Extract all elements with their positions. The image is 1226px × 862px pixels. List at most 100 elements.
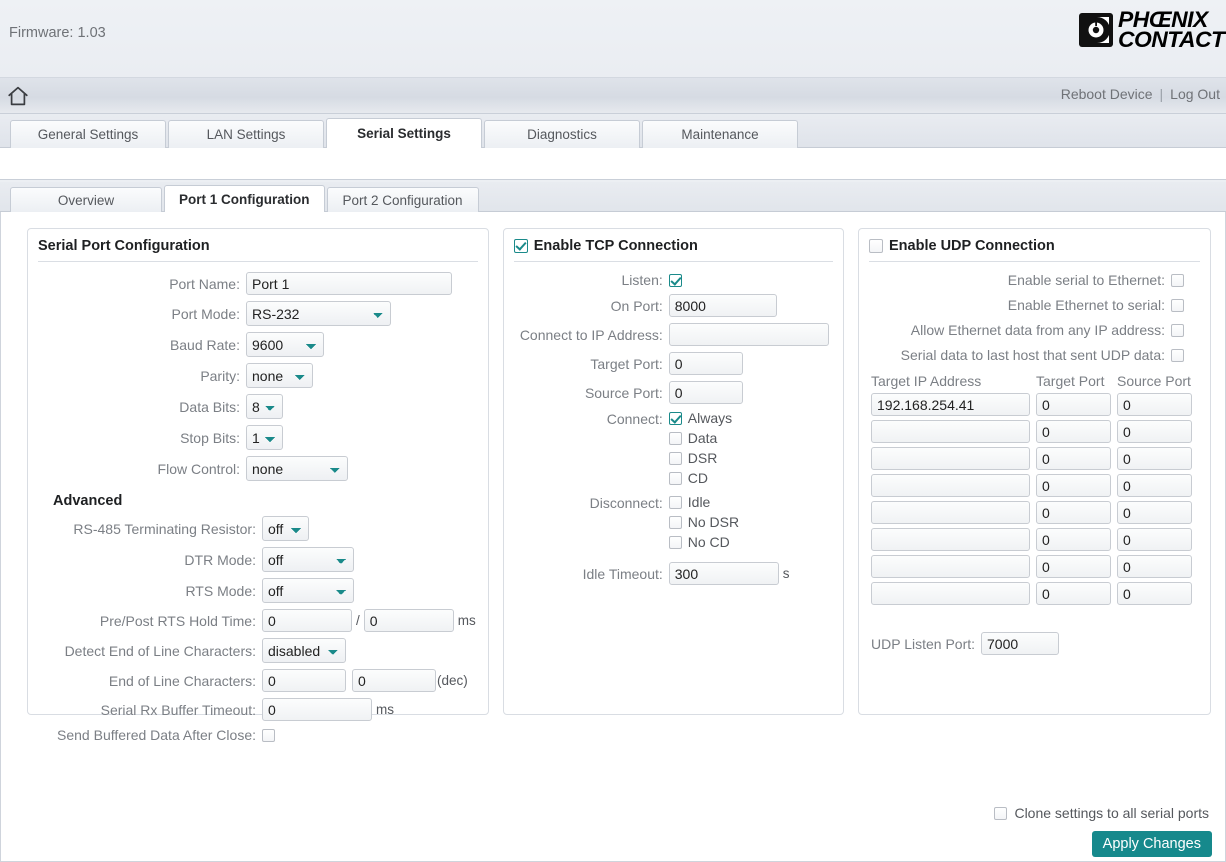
udp-source-port-input[interactable]: [1117, 528, 1192, 551]
tcp-panel-title-text: Enable TCP Connection: [533, 238, 698, 254]
apply-changes-button[interactable]: Apply Changes: [1091, 831, 1212, 857]
log-out-link[interactable]: Log Out: [1170, 86, 1220, 102]
udp-ethernet-to-serial-checkbox[interactable]: [1171, 298, 1184, 312]
tcp-connect-options: Always Data DSR CD: [668, 410, 732, 490]
udp-target-ip-input[interactable]: [871, 501, 1030, 524]
dtr-mode-select[interactable]: off: [262, 547, 354, 572]
tcp-target-port-input[interactable]: [668, 352, 743, 375]
udp-allow-any-ip-checkbox[interactable]: [1171, 323, 1184, 337]
eol-char-1-input[interactable]: [262, 669, 346, 692]
udp-target-ip-input[interactable]: [871, 582, 1030, 605]
tcp-connect-option-dsr[interactable]: DSR: [668, 450, 732, 466]
udp-source-port-input[interactable]: [1117, 474, 1192, 497]
tcp-disconnect-option-no-dsr[interactable]: No DSR: [668, 514, 739, 530]
clone-settings-row[interactable]: Clone settings to all serial ports: [994, 805, 1209, 821]
udp-listen-port-input[interactable]: [981, 632, 1060, 655]
reboot-device-link[interactable]: Reboot Device: [1061, 86, 1153, 102]
tab-diagnostics[interactable]: Diagnostics: [484, 120, 640, 148]
rts-mode-row: RTS Mode: off: [40, 578, 476, 603]
udp-last-host-row: Serial data to last host that sent UDP d…: [871, 347, 1198, 363]
rts-mode-select[interactable]: off: [262, 578, 354, 603]
udp-target-ip-input[interactable]: [871, 447, 1030, 470]
tcp-on-port-input[interactable]: [668, 294, 777, 317]
stop-bits-select[interactable]: 1: [246, 425, 283, 450]
tcp-idle-timeout-input[interactable]: [668, 562, 779, 585]
udp-table-row: [871, 447, 1198, 470]
udp-target-ip-input[interactable]: [871, 555, 1030, 578]
home-icon[interactable]: [6, 84, 30, 108]
udp-target-port-input[interactable]: [1036, 420, 1111, 443]
tab-maintenance[interactable]: Maintenance: [642, 120, 798, 148]
udp-last-host-checkbox[interactable]: [1171, 348, 1184, 362]
serial-rx-buffer-timeout-unit: ms: [376, 702, 394, 717]
tcp-source-port-row: Source Port:: [516, 381, 831, 404]
udp-serial-to-ethernet-row: Enable serial to Ethernet:: [871, 272, 1198, 288]
tcp-disconnect-option-no-cd[interactable]: No CD: [668, 534, 739, 550]
udp-source-port-input[interactable]: [1117, 393, 1192, 416]
tcp-listen-row: Listen:: [516, 272, 831, 288]
parity-select[interactable]: none: [246, 363, 313, 388]
port-mode-select[interactable]: RS-232: [246, 301, 391, 326]
tcp-connect-cd-checkbox[interactable]: [668, 471, 682, 485]
udp-target-ip-input[interactable]: [871, 420, 1030, 443]
eol-char-2-input[interactable]: [352, 669, 436, 692]
tab-serial-settings[interactable]: Serial Settings: [326, 118, 482, 149]
data-bits-select[interactable]: 8: [246, 394, 283, 419]
tcp-disconnect-idle-checkbox[interactable]: [668, 495, 682, 509]
udp-target-port-input[interactable]: [1036, 528, 1111, 551]
udp-target-ip-input[interactable]: [871, 474, 1030, 497]
rts-hold-pre-input[interactable]: [262, 609, 352, 632]
tcp-disconnect-option-idle[interactable]: Idle: [668, 494, 739, 510]
serial-panel-body: Port Name: Port Mode: RS-232 Baud Rate: …: [28, 272, 488, 761]
send-buffered-data-checkbox[interactable]: [262, 728, 275, 742]
tab-overview[interactable]: Overview: [10, 187, 162, 212]
tcp-connect-option-always[interactable]: Always: [668, 410, 732, 426]
tab-lan-settings[interactable]: LAN Settings: [168, 120, 324, 148]
clone-settings-checkbox[interactable]: [994, 806, 1008, 820]
flow-control-row: Flow Control: none: [40, 456, 476, 481]
enable-udp-connection-checkbox[interactable]: [869, 239, 883, 253]
udp-source-port-input[interactable]: [1117, 555, 1192, 578]
udp-target-ip-input[interactable]: [871, 528, 1030, 551]
udp-table-header: Target IP Address Target Port Source Por…: [871, 373, 1198, 389]
udp-target-port-input[interactable]: [1036, 393, 1111, 416]
baud-rate-select[interactable]: 9600: [246, 332, 324, 357]
tcp-connect-option-cd[interactable]: CD: [668, 470, 732, 486]
tab-general-settings[interactable]: General Settings: [10, 120, 166, 148]
udp-source-port-input[interactable]: [1117, 501, 1192, 524]
tab-port-2-configuration[interactable]: Port 2 Configuration: [326, 187, 479, 212]
udp-serial-to-ethernet-checkbox[interactable]: [1171, 273, 1184, 287]
udp-target-ip-input[interactable]: [871, 393, 1030, 416]
serial-rx-buffer-timeout-input[interactable]: [262, 698, 372, 721]
tcp-disconnect-no-dsr-checkbox[interactable]: [668, 515, 682, 529]
tcp-source-port-input[interactable]: [668, 381, 743, 404]
udp-col-target-port: Target Port: [1036, 373, 1105, 389]
tcp-connect-ip-input[interactable]: [668, 323, 829, 346]
tcp-listen-checkbox[interactable]: [668, 273, 682, 287]
udp-target-port-input[interactable]: [1036, 555, 1111, 578]
tcp-connect-ip-label: Connect to IP Address:: [519, 326, 663, 343]
dtr-mode-label: DTR Mode:: [184, 551, 256, 568]
udp-source-port-input[interactable]: [1117, 420, 1192, 443]
port-name-input[interactable]: [246, 272, 452, 295]
udp-target-port-input[interactable]: [1036, 501, 1111, 524]
udp-last-host-label: Serial data to last host that sent UDP d…: [900, 347, 1165, 363]
tcp-disconnect-no-cd-checkbox[interactable]: [668, 535, 682, 549]
enable-tcp-connection-checkbox[interactable]: [513, 239, 528, 253]
rts-hold-post-input[interactable]: [363, 609, 454, 632]
udp-target-port-input[interactable]: [1036, 582, 1111, 605]
tcp-connect-always-checkbox[interactable]: [668, 411, 682, 425]
eol-characters-label: End of Line Characters:: [108, 672, 256, 689]
udp-source-port-input[interactable]: [1117, 582, 1192, 605]
rs485-select[interactable]: off: [262, 516, 309, 541]
udp-target-port-input[interactable]: [1036, 474, 1111, 497]
tcp-connect-data-checkbox[interactable]: [668, 431, 682, 445]
tab-port-1-configuration[interactable]: Port 1 Configuration: [164, 185, 325, 213]
udp-target-port-input[interactable]: [1036, 447, 1111, 470]
udp-source-port-input[interactable]: [1117, 447, 1192, 470]
detect-eol-select[interactable]: disabled: [262, 638, 346, 663]
flow-control-select[interactable]: none: [246, 456, 348, 481]
udp-table-row: [871, 582, 1198, 605]
tcp-connect-option-data[interactable]: Data: [668, 430, 732, 446]
tcp-connect-dsr-checkbox[interactable]: [668, 451, 682, 465]
